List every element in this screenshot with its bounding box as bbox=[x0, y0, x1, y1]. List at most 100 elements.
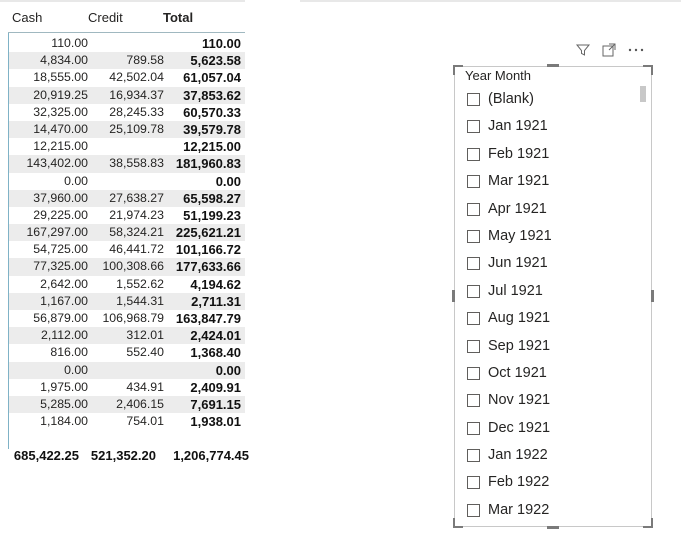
cell-credit: 1,544.31 bbox=[116, 293, 164, 308]
cell-credit: 28,245.33 bbox=[109, 104, 164, 119]
table-row[interactable]: 77,325.00 100,308.66 177,633.66 bbox=[9, 258, 245, 276]
table-row[interactable]: 20,919.25 16,934.37 37,853.62 bbox=[9, 86, 245, 104]
table-row[interactable]: 167,297.00 58,324.21 225,621.21 bbox=[9, 224, 245, 242]
slicer-item[interactable]: Apr 1921 bbox=[466, 198, 636, 225]
slicer-item[interactable]: Aug 1921 bbox=[466, 307, 636, 334]
slicer-item-label: Oct 1921 bbox=[488, 364, 547, 381]
slicer-item[interactable]: Dec 1921 bbox=[466, 417, 636, 444]
table-row[interactable]: 54,725.00 46,441.72 101,166.72 bbox=[9, 241, 245, 258]
table-row[interactable]: 56,879.00 106,968.79 163,847.79 bbox=[9, 310, 245, 327]
table-row[interactable]: 0.00 0.00 bbox=[9, 361, 245, 379]
resize-corner-bottom-right[interactable] bbox=[643, 518, 653, 528]
column-header-total[interactable]: Total bbox=[163, 10, 193, 25]
slicer-item-label: Mar 1922 bbox=[488, 501, 550, 518]
more-options-icon[interactable] bbox=[627, 42, 644, 58]
resize-handle-top[interactable] bbox=[547, 64, 559, 67]
slicer-item-label: (Blank) bbox=[488, 91, 534, 107]
cell-cash: 816.00 bbox=[50, 345, 88, 360]
slicer-item[interactable]: Mar 1922 bbox=[466, 499, 636, 526]
top-divider-right bbox=[300, 0, 681, 2]
cell-total: 5,623.58 bbox=[190, 53, 241, 69]
slicer-item[interactable]: Nov 1921 bbox=[466, 389, 636, 416]
slicer-item[interactable]: Oct 1921 bbox=[466, 362, 636, 389]
table-row[interactable]: 143,402.00 38,558.83 181,960.83 bbox=[9, 155, 245, 173]
slicer-item-label: Feb 1921 bbox=[488, 145, 550, 162]
slicer-item[interactable]: Jul 1921 bbox=[466, 280, 636, 307]
table-row[interactable]: 14,470.00 25,109.78 39,579.78 bbox=[9, 120, 245, 139]
checkbox[interactable] bbox=[467, 147, 480, 161]
table-row[interactable]: 5,285.00 2,406.15 7,691.15 bbox=[9, 395, 245, 414]
cell-cash: 143,402.00 bbox=[26, 156, 88, 171]
cell-total: 2,424.01 bbox=[190, 328, 241, 344]
total-cash: 685,422.25 bbox=[13, 448, 79, 463]
table-row[interactable]: 2,642.00 1,552.62 4,194.62 bbox=[9, 276, 245, 293]
cell-credit: 434.91 bbox=[126, 379, 164, 394]
checkbox[interactable] bbox=[467, 366, 480, 380]
table-body: 110.00 110.00 4,834.00 789.58 5,623.58 18,555… bbox=[9, 35, 245, 430]
table-row[interactable]: 37,960.00 27,638.27 65,598.27 bbox=[9, 189, 245, 207]
resize-handle-left[interactable] bbox=[452, 290, 455, 302]
cell-total: 0.00 bbox=[215, 362, 241, 378]
checkbox[interactable] bbox=[467, 93, 480, 106]
slicer-header-toolbar bbox=[575, 42, 655, 60]
checkbox[interactable] bbox=[467, 120, 480, 134]
cell-credit: 1,552.62 bbox=[116, 276, 164, 291]
slicer-item[interactable]: (Blank) bbox=[466, 88, 636, 115]
slicer-item[interactable]: Feb 1922 bbox=[466, 471, 636, 498]
slicer-item[interactable]: Jan 1921 bbox=[466, 115, 636, 142]
checkbox[interactable] bbox=[467, 312, 480, 326]
cell-cash: 12,215.00 bbox=[33, 139, 88, 154]
table-row[interactable]: 18,555.00 42,502.04 61,057.04 bbox=[9, 69, 245, 86]
cell-credit: 100,308.66 bbox=[102, 259, 164, 274]
cell-total: 225,621.21 bbox=[175, 225, 241, 241]
checkbox[interactable] bbox=[467, 394, 480, 408]
checkbox[interactable] bbox=[467, 202, 480, 216]
slicer-item[interactable]: Jun 1921 bbox=[466, 252, 636, 279]
cell-total: 2,711.31 bbox=[191, 293, 241, 309]
table-row[interactable]: 1,975.00 434.91 2,409.91 bbox=[9, 379, 245, 396]
slicer-item[interactable]: Mar 1921 bbox=[466, 170, 636, 197]
cell-credit: 46,441.72 bbox=[109, 242, 164, 257]
cell-cash: 5,285.00 bbox=[40, 396, 88, 411]
resize-corner-bottom-left[interactable] bbox=[453, 518, 463, 528]
slicer-item-label: Aug 1921 bbox=[488, 310, 551, 327]
table-row[interactable]: 110.00 110.00 bbox=[9, 35, 245, 52]
table-row[interactable]: 0.00 0.00 bbox=[9, 173, 245, 190]
checkbox[interactable] bbox=[467, 257, 480, 271]
table-row[interactable]: 12,215.00 12,215.00 bbox=[9, 138, 245, 155]
checkbox[interactable] bbox=[467, 421, 480, 435]
cell-cash: 29,225.00 bbox=[33, 207, 88, 222]
cell-cash: 2,642.00 bbox=[40, 276, 88, 291]
slicer-item[interactable]: Feb 1921 bbox=[466, 143, 636, 170]
column-header-cash[interactable]: Cash bbox=[12, 10, 42, 25]
slicer-item-label: Jun 1921 bbox=[488, 255, 548, 272]
resize-corner-top-left[interactable] bbox=[453, 65, 463, 75]
checkbox[interactable] bbox=[467, 175, 480, 189]
slicer-item[interactable]: May 1921 bbox=[466, 225, 636, 252]
checkbox[interactable] bbox=[467, 339, 480, 353]
table-row[interactable]: 2,112.00 312.01 2,424.01 bbox=[9, 327, 245, 345]
checkbox[interactable] bbox=[467, 503, 480, 517]
checkbox[interactable] bbox=[467, 229, 480, 243]
cell-total: 0.00 bbox=[215, 173, 241, 189]
table-row[interactable]: 816.00 552.40 1,368.40 bbox=[9, 344, 245, 361]
table-row[interactable]: 1,167.00 1,544.31 2,711.31 bbox=[9, 292, 245, 310]
cell-credit: 16,934.37 bbox=[109, 87, 164, 102]
table-row[interactable]: 32,325.00 28,245.33 60,570.33 bbox=[9, 104, 245, 121]
checkbox[interactable] bbox=[467, 284, 480, 298]
resize-handle-right[interactable] bbox=[651, 290, 654, 302]
table-row[interactable]: 4,834.00 789.58 5,623.58 bbox=[9, 52, 245, 70]
filter-icon[interactable] bbox=[575, 42, 591, 58]
checkbox[interactable] bbox=[467, 449, 480, 463]
slicer-item[interactable]: Sep 1921 bbox=[466, 335, 636, 362]
slicer-scrollbar[interactable] bbox=[640, 86, 646, 102]
checkbox[interactable] bbox=[467, 476, 480, 490]
slicer-item[interactable]: Jan 1922 bbox=[466, 444, 636, 471]
table-row[interactable]: 1,184.00 754.01 1,938.01 bbox=[9, 413, 245, 430]
table-row[interactable]: 29,225.00 21,974.23 51,199.23 bbox=[9, 207, 245, 224]
resize-corner-top-right[interactable] bbox=[643, 65, 653, 75]
cell-cash: 14,470.00 bbox=[33, 121, 88, 136]
resize-handle-bottom[interactable] bbox=[547, 526, 559, 529]
focus-mode-icon[interactable] bbox=[601, 42, 617, 58]
column-header-credit[interactable]: Credit bbox=[88, 10, 123, 25]
